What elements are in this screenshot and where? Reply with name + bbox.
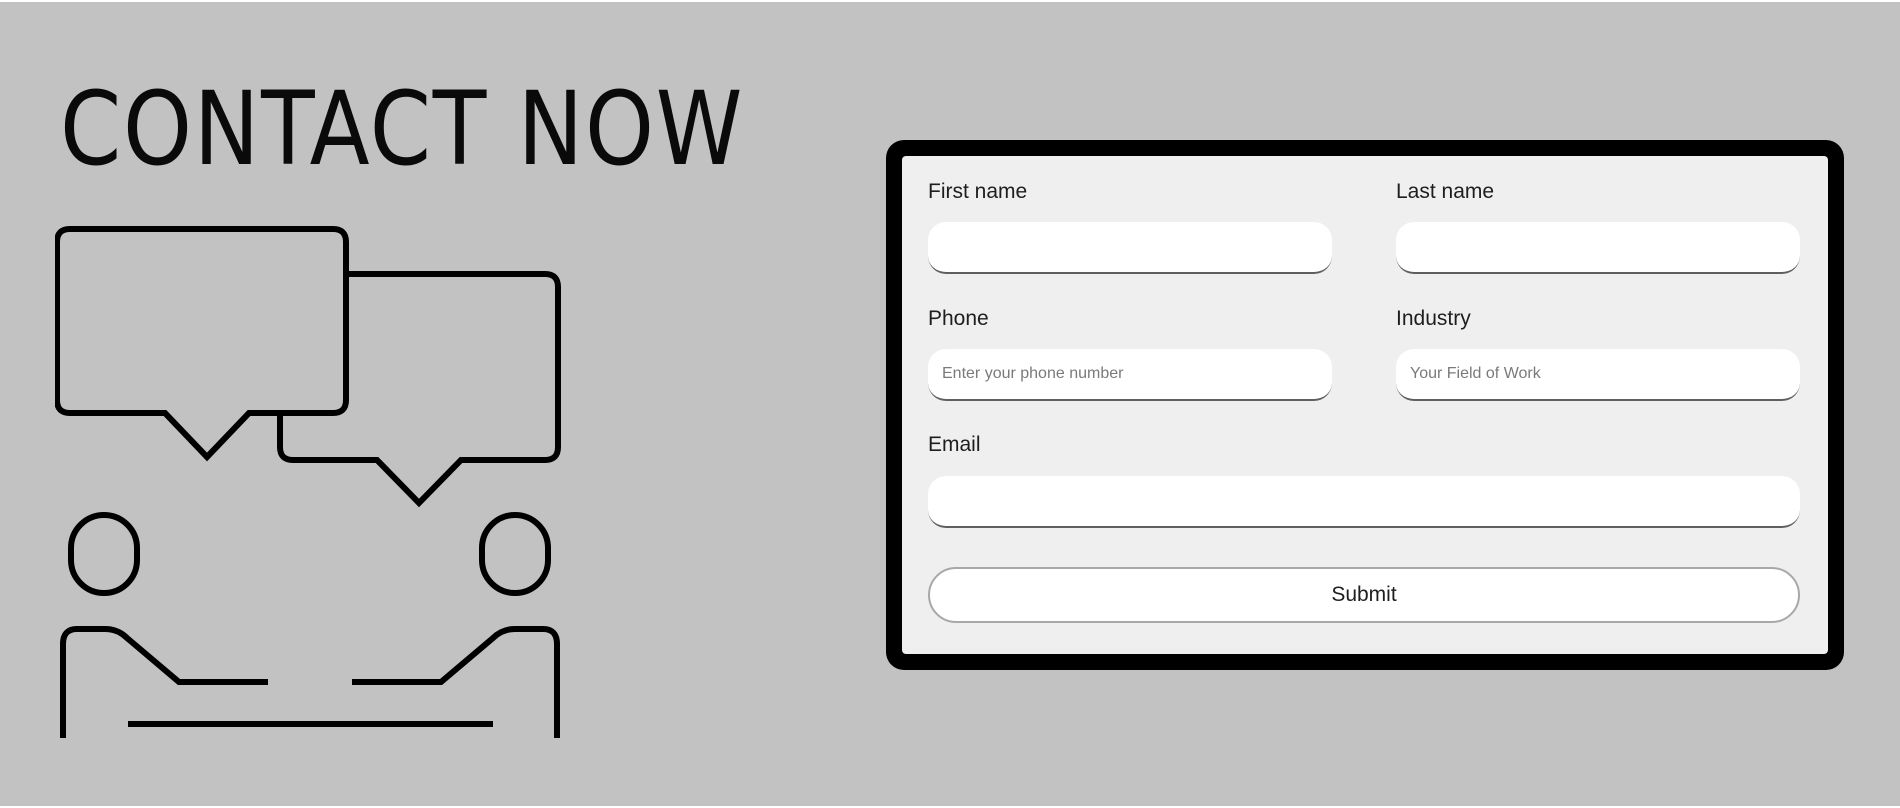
contact-form: First name Last name Phone Industry Emai… [902,156,1828,654]
email-label: Email [928,433,981,456]
contact-form-frame: First name Last name Phone Industry Emai… [886,140,1844,670]
top-edge-strip [0,0,1900,2]
first-name-label: First name [928,180,1028,203]
industry-field[interactable] [1396,349,1800,401]
person-left-head [68,512,140,596]
email-field[interactable] [928,476,1800,528]
industry-label: Industry [1396,307,1471,330]
last-name-label: Last name [1396,180,1495,203]
phone-field[interactable] [928,349,1332,401]
last-name-field[interactable] [1396,222,1800,274]
speech-bubble-right [277,271,561,508]
first-name-field[interactable] [928,222,1332,274]
person-right-head [479,512,551,596]
page-title: CONTACT NOW [60,70,745,189]
speech-bubble-left [55,226,349,462]
phone-label: Phone [928,307,989,330]
two-people-chat-icon [55,226,561,738]
submit-button[interactable]: Submit [928,567,1800,623]
